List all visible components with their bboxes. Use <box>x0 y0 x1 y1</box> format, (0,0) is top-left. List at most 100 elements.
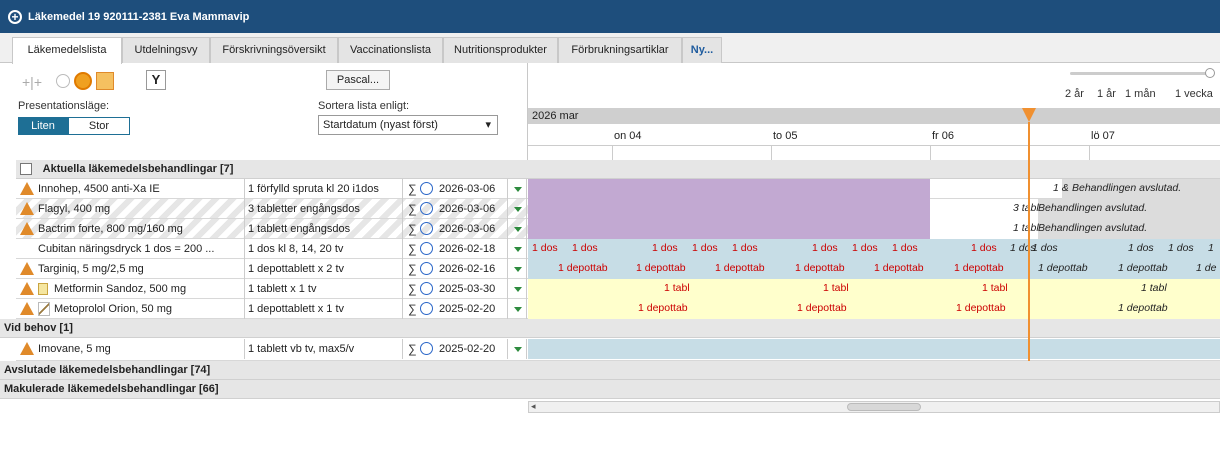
row-timeline: 3 tabl Behandlingen avslutad. <box>528 199 1220 219</box>
treatment-bar <box>528 219 930 239</box>
section-checkbox[interactable] <box>20 163 32 176</box>
drug-name: Flagyl, 400 mg <box>16 199 245 219</box>
clock-icon[interactable] <box>420 242 433 255</box>
table-row[interactable]: Bactrim forte, 800 mg/160 mg 1 tablett e… <box>16 219 1220 239</box>
link-icon[interactable] <box>56 74 70 88</box>
tab-vaccinationslista[interactable]: Vaccinationslista <box>338 37 443 63</box>
row-dropdown[interactable] <box>507 239 527 259</box>
zoom-track <box>1070 72 1210 75</box>
sort-select[interactable]: Startdatum (nyast först) ▾ <box>318 115 498 135</box>
dose-event: 1 dos <box>1168 242 1194 254</box>
person-icon[interactable] <box>96 72 114 90</box>
sum-icon[interactable]: ∑ <box>408 242 417 256</box>
medical-cross-icon: + <box>8 10 22 24</box>
branch-icon[interactable]: Y <box>146 70 166 90</box>
dose-event: 1 dos <box>572 242 598 254</box>
tab-forskrivningsoversikt[interactable]: Förskrivningsöversikt <box>210 37 338 63</box>
sum-icon[interactable]: ∑ <box>408 342 417 356</box>
clock-icon[interactable] <box>420 182 433 195</box>
dose-event: 1 dos <box>692 242 718 254</box>
horizontal-scrollbar[interactable]: ◂ <box>528 401 1220 413</box>
section-finished-label: Avslutade läkemedelsbehandlingar [74] <box>4 364 211 376</box>
tab-forbrukningsartiklar[interactable]: Förbrukningsartiklar <box>558 37 682 63</box>
row-dropdown[interactable] <box>507 339 527 359</box>
drug-dose: 1 tablett x 1 tv <box>245 279 403 299</box>
window-title: Läkemedel 19 920111-2381 Eva Mammavip <box>28 11 250 23</box>
dose-event: 1 dos <box>971 242 997 254</box>
start-date: 2025-03-30 <box>439 283 496 295</box>
row-timeline: 1 tabl 1 tabl 1 tabl 1 tabl <box>528 279 1220 299</box>
clock-icon[interactable] <box>420 302 433 315</box>
table-row[interactable]: Metoprolol Orion, 50 mg 1 depottablett x… <box>16 299 1220 319</box>
event: 3 tabl <box>1013 202 1039 214</box>
sum-icon[interactable]: ∑ <box>408 262 417 276</box>
table-row[interactable]: Flagyl, 400 mg 3 tabletter engångsdos ∑ … <box>16 199 1220 219</box>
seg-small[interactable]: Liten <box>18 117 68 135</box>
dose-event: 1 dos <box>1128 242 1154 254</box>
drug-dose: 1 depottablett x 1 tv <box>245 299 403 319</box>
clock-icon[interactable] <box>420 202 433 215</box>
tab-nutritionsprodukter[interactable]: Nutritionsprodukter <box>443 37 558 63</box>
scroll-left-icon[interactable]: ◂ <box>531 401 536 412</box>
section-finished[interactable]: Avslutade läkemedelsbehandlingar [74] <box>0 361 1220 380</box>
dose-event: 1 dos <box>892 242 918 254</box>
dose-event: 1 dos <box>732 242 758 254</box>
clock-icon[interactable] <box>420 282 433 295</box>
drug-name: Cubitan näringsdryck 1 dos = 200 ... <box>16 239 245 259</box>
seg-large[interactable]: Stor <box>68 117 130 135</box>
row-dropdown[interactable] <box>507 219 527 239</box>
split-icon[interactable]: +|+ <box>22 74 42 90</box>
toolbar: +|+ Y Pascal... Presentationsläge: Liten… <box>8 70 528 160</box>
start-date: 2026-03-06 <box>439 223 496 235</box>
row-timeline: 1 dos 1 dos 1 dos 1 dos 1 dos 1 dos 1 do… <box>528 239 1220 259</box>
clock-icon[interactable] <box>420 222 433 235</box>
zoom-label-1w[interactable]: 1 vecka <box>1175 88 1220 100</box>
zoom-label-1m[interactable]: 1 mån <box>1125 88 1156 100</box>
section-cancelled[interactable]: Makulerade läkemedelsbehandlingar [66] <box>0 380 1220 399</box>
table-row[interactable]: Targiniq, 5 mg/2,5 mg 1 depottablett x 2… <box>16 259 1220 279</box>
ended-label: Behandlingen avslutad. <box>1072 182 1182 194</box>
section-as-needed[interactable]: Vid behov [1] <box>0 319 1220 338</box>
zoom-label-2y[interactable]: 2 år <box>1065 88 1084 100</box>
scroll-thumb[interactable] <box>847 403 921 411</box>
drug-dose: 1 dos kl 8, 14, 20 tv <box>245 239 403 259</box>
sum-icon[interactable]: ∑ <box>408 202 417 216</box>
zoom-label-1y[interactable]: 1 år <box>1097 88 1116 100</box>
timeline-days: on 04 to 05 fr 06 lö 07 <box>528 124 1220 162</box>
dose-event: 1 depottab <box>638 302 688 314</box>
zoom-thumb[interactable] <box>1205 68 1215 78</box>
table-row[interactable]: Metformin Sandoz, 500 mg 1 tablett x 1 t… <box>16 279 1220 299</box>
row-dropdown[interactable] <box>507 299 527 319</box>
tab-ny[interactable]: Ny... <box>682 37 722 63</box>
row-dropdown[interactable] <box>507 179 527 199</box>
sort-label: Sortera lista enligt: <box>318 100 410 112</box>
drug-dose: 1 förfylld spruta kl 20 i1dos <box>245 179 403 199</box>
section-current[interactable]: Aktuella läkemedelsbehandlingar [7] <box>16 160 1220 179</box>
day-label: lö 07 <box>1091 130 1115 142</box>
zoom-slider[interactable]: 2 år 1 år 1 mån 1 vecka <box>1060 68 1220 108</box>
pascal-button[interactable]: Pascal... <box>326 70 390 90</box>
sum-icon[interactable]: ∑ <box>408 222 417 236</box>
row-timeline <box>528 339 1220 359</box>
row-dropdown[interactable] <box>507 259 527 279</box>
sum-icon[interactable]: ∑ <box>408 302 417 316</box>
sum-icon[interactable]: ∑ <box>408 182 417 196</box>
start-date: 2026-02-18 <box>439 243 496 255</box>
pharmacy-icon[interactable] <box>74 72 92 90</box>
now-marker-icon[interactable] <box>1022 108 1036 122</box>
tab-lakemedelslista[interactable]: Läkemedelslista <box>12 37 122 64</box>
dose-event: 1 depottab <box>797 302 847 314</box>
clock-icon[interactable] <box>420 342 433 355</box>
section-cancelled-label: Makulerade läkemedelsbehandlingar [66] <box>4 383 219 395</box>
row-dropdown[interactable] <box>507 199 527 219</box>
table-row[interactable]: Imovane, 5 mg 1 tablett vb tv, max5/v ∑ … <box>16 339 1220 361</box>
sort-value: Startdatum (nyast först) <box>323 119 438 131</box>
dose-event: 1 dos <box>812 242 838 254</box>
row-dropdown[interactable] <box>507 279 527 299</box>
table-row[interactable]: Innohep, 4500 anti-Xa IE 1 förfylld spru… <box>16 179 1220 199</box>
row-timeline: 1 depottab 1 depottab 1 depottab 1 depot… <box>528 259 1220 279</box>
clock-icon[interactable] <box>420 262 433 275</box>
table-row[interactable]: Cubitan näringsdryck 1 dos = 200 ... 1 d… <box>16 239 1220 259</box>
sum-icon[interactable]: ∑ <box>408 282 417 296</box>
tab-utdelningsvy[interactable]: Utdelningsvy <box>122 37 210 63</box>
